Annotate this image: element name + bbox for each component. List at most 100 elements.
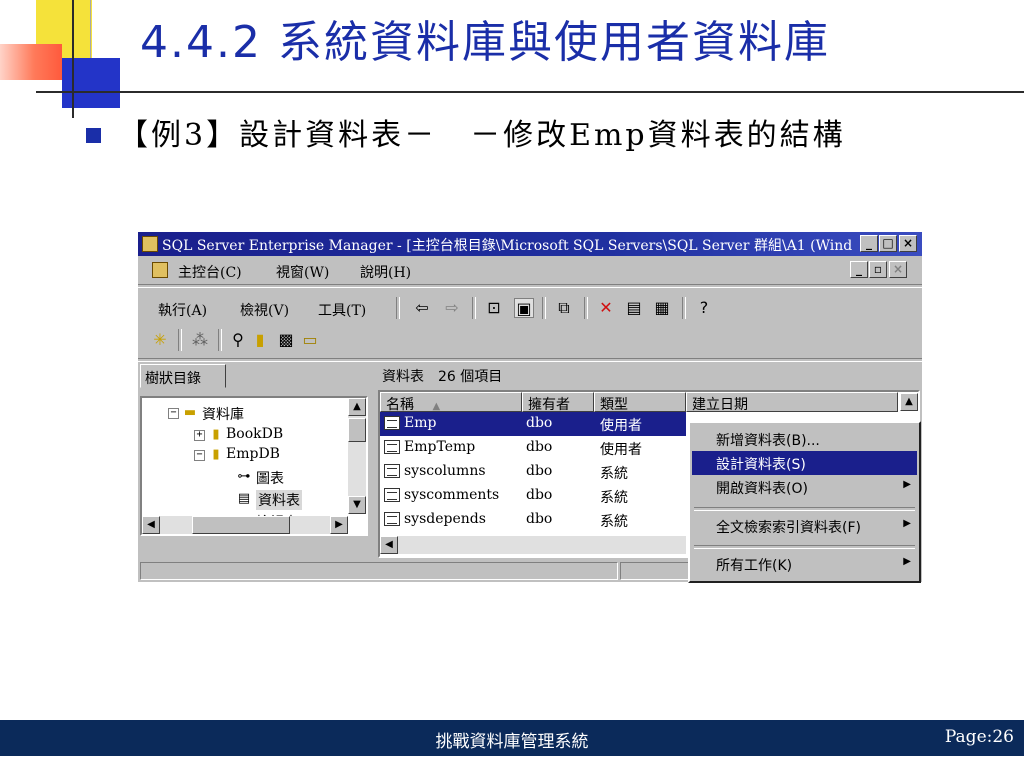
properties-icon[interactable]: ▤ (624, 298, 644, 318)
toolbar-separator (682, 297, 686, 319)
expand-icon[interactable]: + (194, 430, 205, 441)
forward-arrow-icon[interactable]: ⇨ (442, 298, 462, 318)
scroll-up-icon[interactable]: ▲ (348, 398, 366, 416)
tree-item-label: 資料表 (256, 490, 302, 510)
scroll-left-icon[interactable]: ◀ (142, 516, 160, 534)
table-icon: ▤ (237, 491, 251, 506)
slide-footer: 挑戰資料庫管理系統 Page:26 (0, 720, 1024, 756)
decor-line (90, 0, 91, 58)
cell-owner: dbo (526, 415, 553, 431)
scroll-down-icon[interactable]: ▼ (348, 496, 366, 514)
register-server-icon[interactable]: ⁂ (190, 330, 210, 350)
scroll-up-icon[interactable]: ▲ (900, 393, 918, 411)
list-horizontal-scrollbar[interactable]: ◀ (380, 536, 686, 554)
bullet-icon (86, 128, 101, 143)
column-header-created[interactable]: 建立日期 (686, 392, 898, 413)
child-close-button[interactable]: × (889, 261, 907, 278)
column-header-name[interactable]: 名稱 ▲ (380, 392, 522, 413)
menu-console[interactable]: 主控台(C) (178, 262, 242, 282)
folder-icon: ▬ (183, 405, 197, 420)
menu-item-design-table[interactable]: 設計資料表(S) (692, 451, 917, 475)
submenu-arrow-icon: ▶ (903, 556, 911, 567)
up-folder-icon[interactable]: ⊡ (484, 298, 504, 318)
cell-name: syscolumns (404, 463, 486, 479)
scroll-left-icon[interactable]: ◀ (380, 536, 398, 554)
database-icon: ▮ (212, 447, 220, 462)
tree-item-label: 圖表 (256, 471, 284, 487)
database-icon: ▮ (212, 427, 220, 442)
table-icon (384, 464, 400, 478)
new-login-icon[interactable]: ⚲ (228, 330, 248, 350)
table-icon (384, 488, 400, 502)
tab-tree[interactable]: 樹狀目錄 (140, 364, 226, 388)
tree-vertical-scrollbar[interactable]: ▲ ▼ (348, 398, 366, 514)
footer-title: 挑戰資料庫管理系統 (435, 732, 589, 752)
column-header-type[interactable]: 類型 (594, 392, 686, 413)
close-button[interactable]: × (899, 235, 917, 252)
scroll-thumb[interactable] (192, 516, 290, 534)
help-icon[interactable]: ? (694, 298, 714, 318)
cell-owner: dbo (526, 439, 553, 455)
menu-help[interactable]: 說明(H) (360, 262, 411, 282)
child-restore-button[interactable]: ▫ (869, 261, 887, 278)
menu-separator (694, 545, 915, 549)
status-cell (620, 562, 690, 580)
copy-icon[interactable]: ⧉ (554, 298, 574, 318)
decor-blue-block (62, 58, 120, 108)
new-job-icon[interactable]: ▭ (300, 330, 320, 350)
toolbar-separator (472, 297, 476, 319)
delete-icon[interactable]: ✕ (596, 298, 616, 318)
collapse-icon[interactable]: − (194, 450, 205, 461)
tree-item-label: BookDB (226, 426, 284, 442)
menu-item-new-table[interactable]: 新增資料表(B)... (692, 427, 917, 451)
wizard-icon[interactable]: ✳ (150, 330, 170, 350)
export-list-icon[interactable]: ▦ (652, 298, 672, 318)
divider (138, 284, 922, 288)
tree-item-label: EmpDB (226, 446, 280, 462)
sort-ascending-icon: ▲ (432, 401, 441, 412)
window-titlebar[interactable]: SQL Server Enterprise Manager - [主控台根目錄\… (138, 232, 922, 256)
status-cell (140, 562, 618, 580)
toolbar-secondary: ✳ ⁂ ⚲ ▮ ▩ ▭ (138, 328, 922, 356)
menu-item-label: 新增資料表(B)... (716, 433, 820, 449)
table-icon (384, 440, 400, 454)
menu-item-all-tasks[interactable]: 所有工作(K) ▶ (692, 552, 917, 576)
submenu-arrow-icon: ▶ (903, 479, 911, 490)
list-caption: 資料表 26 個項目 (382, 369, 503, 385)
page-number: Page:26 (944, 727, 1014, 747)
column-header-owner[interactable]: 擁有者 (522, 392, 594, 413)
console-icon[interactable] (152, 262, 168, 278)
cell-owner: dbo (526, 511, 553, 527)
scroll-thumb[interactable] (348, 418, 366, 442)
minimize-button[interactable]: _ (860, 235, 878, 252)
scroll-right-icon[interactable]: ▶ (330, 516, 348, 534)
menu-item-open-table[interactable]: 開啟資料表(O) ▶ (692, 475, 917, 499)
table-row[interactable]: Emp dbo 使用者 (380, 412, 686, 436)
show-tree-icon[interactable]: ▣ (514, 298, 534, 318)
menu-window[interactable]: 視窗(W) (276, 262, 329, 282)
new-view-icon[interactable]: ▩ (276, 330, 296, 350)
menu-view[interactable]: 檢視(V) (240, 300, 289, 320)
table-icon (384, 416, 400, 430)
divider (138, 358, 922, 362)
menu-tools[interactable]: 工具(T) (318, 300, 366, 320)
child-minimize-button[interactable]: _ (850, 261, 868, 278)
window-title: SQL Server Enterprise Manager - [主控台根目錄\… (162, 238, 852, 254)
cell-type: 系統 (600, 514, 628, 530)
menu-item-fulltext-index[interactable]: 全文檢索索引資料表(F) ▶ (692, 514, 917, 538)
tree-horizontal-scrollbar[interactable]: ◀ ▶ (142, 516, 348, 534)
back-arrow-icon[interactable]: ⇦ (412, 298, 432, 318)
toolbar-separator (178, 329, 182, 351)
menu-item-label: 設計資料表(S) (716, 457, 806, 473)
menu-action[interactable]: 執行(A) (158, 300, 207, 320)
cell-type: 使用者 (600, 418, 642, 434)
maximize-button[interactable]: □ (879, 235, 897, 252)
tree-pane: − ▬ 資料庫 + ▮ BookDB − ▮ EmpDB ⊶ 圖表 ▤ 資料表 … (140, 396, 368, 536)
app-icon (142, 236, 158, 252)
cell-name: syscomments (404, 487, 500, 503)
toolbar-separator (542, 297, 546, 319)
slide-title: 4.4.2 系統資料庫與使用者資料庫 (140, 17, 830, 68)
collapse-icon[interactable]: − (168, 408, 179, 419)
new-database-icon[interactable]: ▮ (250, 330, 270, 350)
cell-name: EmpTemp (404, 439, 476, 455)
